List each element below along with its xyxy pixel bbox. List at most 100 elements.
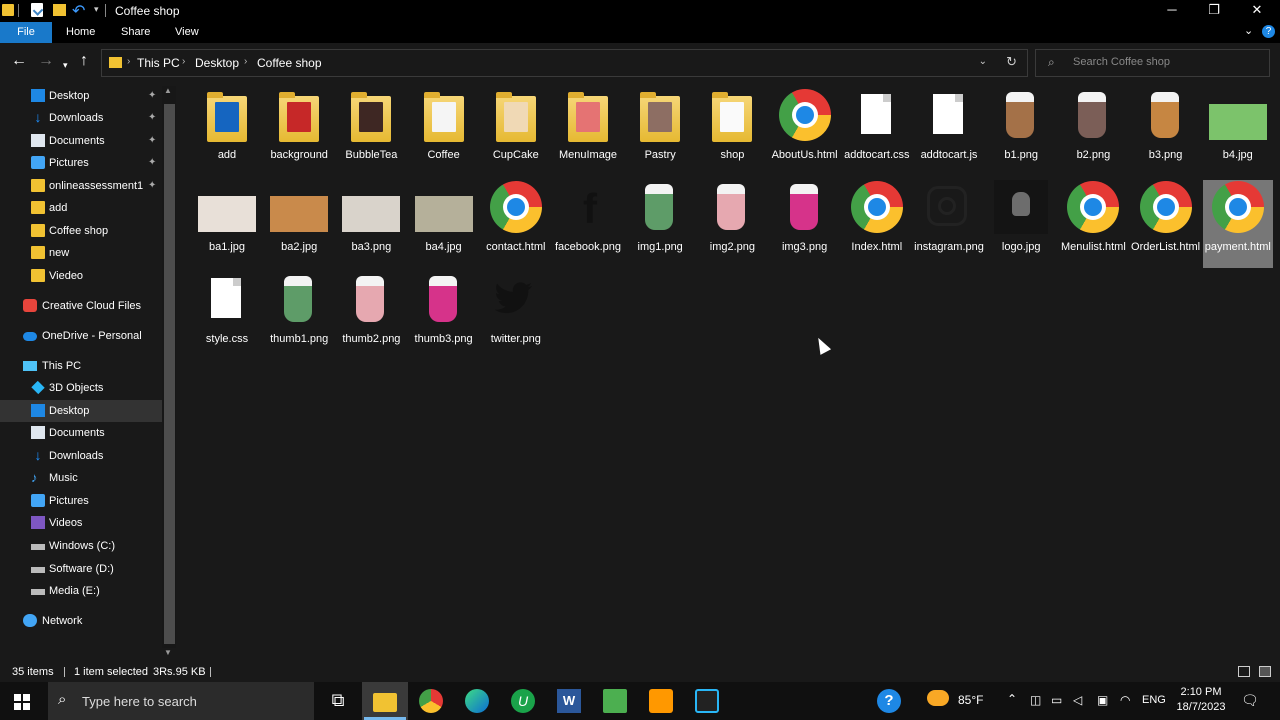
weather-icon[interactable] (927, 690, 949, 706)
screen-recorder-icon[interactable] (695, 689, 719, 713)
word-icon[interactable]: W (557, 689, 581, 713)
nav-item-creative-cloud-files[interactable]: Creative Cloud Files (0, 295, 162, 317)
wifi-icon[interactable]: ◠ (1120, 693, 1130, 707)
forward-arrow-icon[interactable]: → (38, 53, 54, 69)
search-input[interactable]: Search Coffee shop (1073, 56, 1170, 68)
pin-icon[interactable]: ✦ (148, 175, 156, 197)
nav-item-network[interactable]: Network (0, 610, 162, 632)
file-item[interactable]: AboutUs.html (770, 88, 840, 176)
meet-now-icon[interactable]: ◫ (1030, 693, 1041, 707)
file-item[interactable]: img2.png (697, 180, 767, 268)
nav-item-videos[interactable]: Videos (0, 512, 162, 534)
file-item[interactable]: ba2.jpg (264, 180, 334, 268)
address-bar[interactable]: › This PC › Desktop › Coffee shop ⌄ ↻ (101, 49, 1028, 77)
nav-item-coffee-shop[interactable]: Coffee shop (0, 220, 162, 242)
file-item[interactable]: b1.png (986, 88, 1056, 176)
task-view-icon[interactable]: ⧉ (326, 689, 350, 713)
nav-item-viedeo[interactable]: Viedeo (0, 265, 162, 287)
notifications-icon[interactable]: 🗨 (1241, 692, 1259, 709)
file-item[interactable]: shop (697, 88, 767, 176)
nav-scroll-thumb[interactable] (164, 104, 175, 644)
pin-icon[interactable]: ✦ (148, 152, 156, 174)
nav-item-downloads[interactable]: ↓ Downloads ✦ (0, 107, 162, 129)
file-explorer-icon[interactable] (373, 693, 397, 712)
windows-start-icon[interactable] (14, 694, 30, 710)
nav-item-downloads[interactable]: ↓ Downloads (0, 445, 162, 467)
nav-item-media-e[interactable]: Media (E:) (0, 580, 162, 602)
back-arrow-icon[interactable]: ← (11, 53, 27, 69)
file-item[interactable]: img1.png (625, 180, 695, 268)
tab-home[interactable]: Home (66, 22, 95, 43)
language-indicator[interactable]: ENG (1142, 694, 1166, 706)
file-item[interactable]: BubbleTea (336, 88, 406, 176)
breadcrumb-desktop[interactable]: Desktop (195, 56, 239, 70)
nav-item-documents[interactable]: Documents (0, 422, 162, 444)
clock[interactable]: 2:10 PM 18/7/2023 (1170, 685, 1232, 715)
tab-view[interactable]: View (175, 22, 199, 43)
undo-icon[interactable]: ↶ (72, 1, 85, 20)
file-item[interactable]: twitter.png (481, 272, 551, 360)
details-view-icon[interactable] (1238, 666, 1250, 677)
chevron-down-icon[interactable]: ⌄ (979, 56, 987, 67)
file-item[interactable]: f facebook.png (553, 180, 623, 268)
tab-file[interactable]: File (0, 22, 52, 43)
file-item[interactable]: addtocart.css (842, 88, 912, 176)
file-item[interactable]: thumb3.png (409, 272, 479, 360)
tab-share[interactable]: Share (121, 22, 150, 43)
properties-icon[interactable] (31, 3, 43, 17)
breadcrumb-this-pc[interactable]: This PC (137, 56, 180, 70)
nav-item-desktop[interactable]: Desktop (0, 400, 162, 422)
minimize-button[interactable]: ─ (1157, 1, 1187, 21)
new-folder-icon[interactable] (53, 4, 66, 16)
nav-item-software-d[interactable]: Software (D:) (0, 558, 162, 580)
chevron-down-icon[interactable]: ▾ (94, 4, 99, 20)
file-item[interactable]: contact.html (481, 180, 551, 268)
pin-icon[interactable]: ✦ (148, 85, 156, 107)
nav-item-onedrive-personal[interactable]: OneDrive - Personal (0, 325, 162, 347)
file-item[interactable]: logo.jpg (986, 180, 1056, 268)
file-item[interactable]: img3.png (770, 180, 840, 268)
restore-button[interactable]: ❐ (1199, 1, 1229, 21)
scroll-up-icon[interactable]: ▲ (164, 86, 172, 95)
nav-item-pictures[interactable]: Pictures (0, 490, 162, 512)
nav-item-pictures[interactable]: Pictures ✦ (0, 152, 162, 174)
chrome-icon[interactable] (419, 689, 443, 713)
weather-temperature[interactable]: 85°F (958, 693, 983, 707)
display-icon[interactable]: ▣ (1097, 693, 1108, 707)
file-item[interactable]: CupCake (481, 88, 551, 176)
file-item[interactable]: Menulist.html (1058, 180, 1128, 268)
nav-item-new[interactable]: new (0, 242, 162, 264)
taskbar-search[interactable]: ⌕ Type here to search (48, 682, 314, 720)
nav-item-documents[interactable]: Documents ✦ (0, 130, 162, 152)
file-item[interactable]: add (192, 88, 262, 176)
nav-item-desktop[interactable]: Desktop ✦ (0, 85, 162, 107)
upwork-icon[interactable]: U (511, 689, 535, 713)
nav-item-3d-objects[interactable]: 3D Objects (0, 377, 162, 399)
volume-icon[interactable]: ◁ (1073, 693, 1082, 707)
file-item[interactable]: style.css (192, 272, 262, 360)
chevron-up-icon[interactable]: ⌃ (1007, 692, 1017, 706)
file-item[interactable]: b3.png (1131, 88, 1201, 176)
notepad-plus-icon[interactable] (603, 689, 627, 713)
file-item[interactable]: instagram.png (914, 180, 984, 268)
nav-item-music[interactable]: ♪ Music (0, 467, 162, 489)
pin-icon[interactable]: ✦ (148, 130, 156, 152)
nav-item-this-pc[interactable]: This PC (0, 355, 162, 377)
recent-locations-icon[interactable]: ▾ (63, 57, 68, 73)
file-item[interactable]: Index.html (842, 180, 912, 268)
refresh-icon[interactable]: ↻ (1006, 54, 1017, 70)
large-icons-view-icon[interactable] (1259, 666, 1271, 677)
file-item[interactable]: OrderList.html (1131, 180, 1201, 268)
close-button[interactable]: ✕ (1242, 1, 1272, 21)
nav-item-onlineassessment1[interactable]: onlineassessment1 ✦ (0, 175, 162, 197)
sublime-text-icon[interactable] (649, 689, 673, 713)
file-item[interactable]: b2.png (1058, 88, 1128, 176)
file-item[interactable]: background (264, 88, 334, 176)
nav-item-add[interactable]: add (0, 197, 162, 219)
file-item[interactable]: Coffee (409, 88, 479, 176)
up-arrow-icon[interactable]: ↑ (80, 53, 88, 69)
edge-icon[interactable] (465, 689, 489, 713)
expand-ribbon-icon[interactable]: ⌄ (1244, 24, 1253, 37)
file-item[interactable]: thumb2.png (336, 272, 406, 360)
file-item[interactable]: payment.html (1202, 180, 1273, 268)
